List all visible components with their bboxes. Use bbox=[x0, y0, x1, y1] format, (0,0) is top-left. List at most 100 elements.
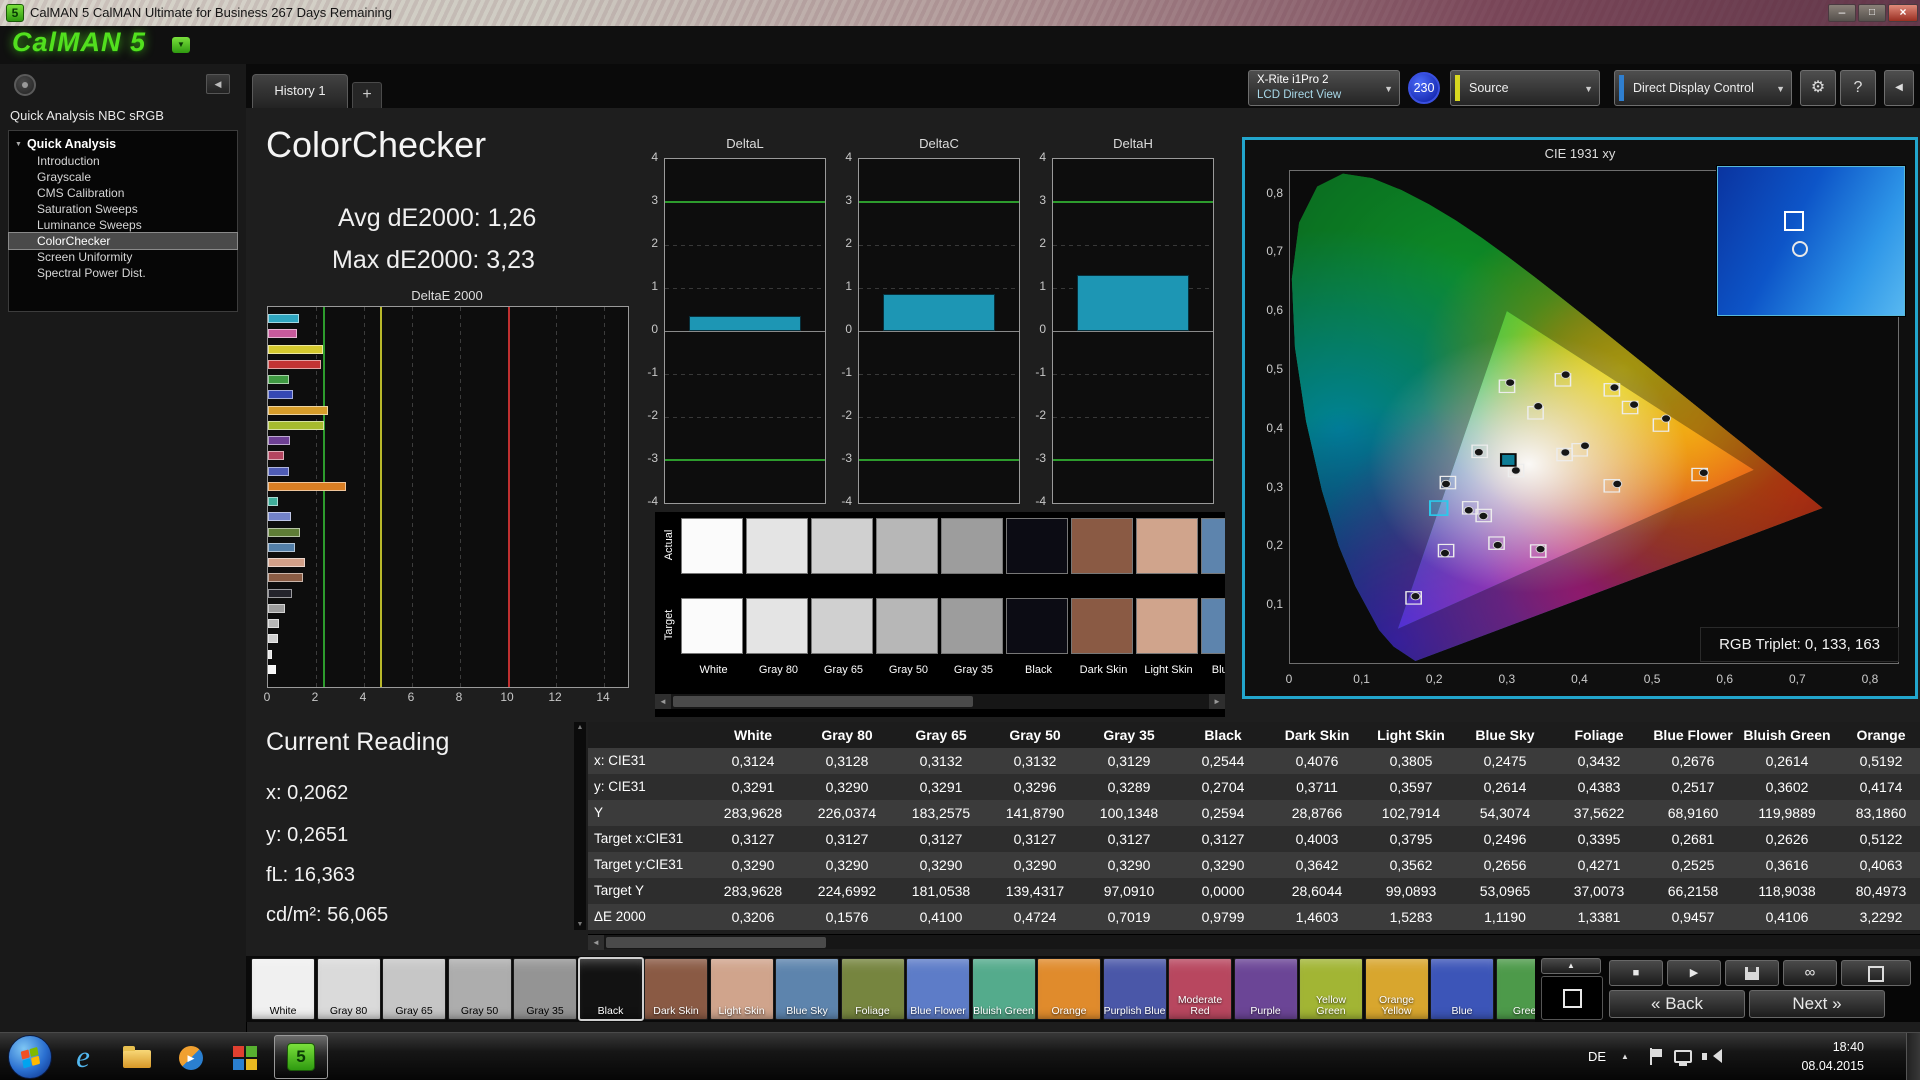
table-cell: 0,3291 bbox=[731, 779, 775, 795]
save-button[interactable] bbox=[1725, 960, 1779, 986]
patch-button-gray-80[interactable]: Gray 80 bbox=[316, 958, 381, 1020]
show-desktop-button[interactable] bbox=[1906, 1033, 1920, 1080]
settings-button[interactable]: ⚙ bbox=[1800, 70, 1836, 106]
chevron-up-icon: ▲ bbox=[1567, 961, 1575, 970]
patch-button-bluish-green[interactable]: Bluish Green bbox=[971, 958, 1036, 1020]
patch-button-label: Gray 50 bbox=[460, 1005, 499, 1017]
swatch-scrollbar[interactable]: ◄ ► bbox=[655, 694, 1225, 709]
table-horizontal-scrollbar[interactable]: ◄ bbox=[588, 934, 1920, 950]
scroll-left-button[interactable]: ◄ bbox=[588, 935, 604, 950]
pattern-window-button[interactable] bbox=[1541, 976, 1603, 1020]
table-cell: 0,3127 bbox=[1013, 831, 1057, 847]
patch-button-foliage[interactable]: Foliage bbox=[840, 958, 905, 1020]
sidebar-item-introduction[interactable]: Introduction bbox=[9, 153, 237, 169]
patch-button-orange-yellow[interactable]: Orange Yellow bbox=[1364, 958, 1429, 1020]
start-button[interactable] bbox=[8, 1035, 52, 1079]
patch-button-black[interactable]: Black bbox=[577, 957, 644, 1021]
axis-tick-label: 10 bbox=[500, 690, 514, 704]
display-control-dropdown[interactable]: Direct Display Control ▼ bbox=[1614, 70, 1792, 106]
action-center-flag-icon[interactable] bbox=[1648, 1048, 1664, 1066]
table-cell: 1,3381 bbox=[1577, 909, 1621, 925]
patch-button-gray-65[interactable]: Gray 65 bbox=[382, 958, 446, 1020]
tab-add-button[interactable]: + bbox=[352, 82, 382, 108]
scroll-down-icon[interactable]: ▼ bbox=[574, 921, 586, 928]
windows-explorer-icon[interactable] bbox=[112, 1039, 162, 1077]
language-indicator[interactable]: DE bbox=[1588, 1033, 1606, 1080]
help-icon: ? bbox=[1853, 79, 1863, 96]
table-vertical-scrollbar[interactable]: ▲ ▼ bbox=[574, 722, 586, 930]
deltae-bar-yellow-green bbox=[268, 420, 325, 430]
continuous-measure-button[interactable]: ∞ bbox=[1783, 960, 1837, 986]
deltae-bar-foliage bbox=[268, 527, 301, 537]
scroll-right-button[interactable]: ► bbox=[1209, 694, 1225, 709]
image-app-icon[interactable] bbox=[220, 1039, 270, 1077]
meter-count-badge[interactable]: 230 bbox=[1408, 72, 1440, 104]
app-icon-glyph: 5 bbox=[11, 6, 19, 20]
patch-button-label: Bluish Green bbox=[973, 1005, 1034, 1017]
test-pattern-button[interactable] bbox=[1841, 960, 1911, 986]
media-player-icon[interactable]: ▶ bbox=[166, 1039, 216, 1077]
patch-button-gray-50[interactable]: Gray 50 bbox=[447, 958, 512, 1020]
close-button[interactable]: × bbox=[1888, 4, 1918, 22]
deltae-bar-gray-65 bbox=[268, 634, 278, 644]
taskbar-clock[interactable]: 18:40 08.04.2015 bbox=[1756, 1038, 1864, 1076]
table-cell: 0,3711 bbox=[1296, 779, 1338, 795]
sidebar-collapse-button[interactable]: ◀ bbox=[206, 74, 230, 94]
toolbar-collapse-button[interactable]: ◀ bbox=[1884, 70, 1914, 106]
sidebar-item-cms-calibration[interactable]: CMS Calibration bbox=[9, 185, 237, 201]
help-button[interactable]: ? bbox=[1840, 70, 1876, 106]
patch-button-orange[interactable]: Orange bbox=[1037, 958, 1101, 1020]
tree-root-quick-analysis[interactable]: ▼ Quick Analysis bbox=[9, 135, 237, 153]
tray-expand-button[interactable]: ▲ bbox=[1618, 1050, 1632, 1064]
patch-button-blue-sky[interactable]: Blue Sky bbox=[775, 958, 839, 1020]
scroll-up-icon[interactable]: ▲ bbox=[574, 724, 586, 731]
collapse-panel-button[interactable]: ▲ bbox=[1541, 958, 1601, 974]
patch-button-purplish-blue[interactable]: Purplish Blue bbox=[1102, 958, 1167, 1020]
back-button[interactable]: « Back bbox=[1609, 990, 1745, 1018]
patch-button-blue-flower[interactable]: Blue Flower bbox=[906, 958, 970, 1020]
table-cell: 66,2158 bbox=[1667, 883, 1719, 899]
reference-line bbox=[379, 307, 382, 687]
deltae-bar-blue-sky bbox=[268, 542, 295, 552]
limit-line bbox=[665, 459, 825, 461]
actual-row-label: Actual bbox=[663, 529, 675, 561]
cie-1931-panel[interactable]: CIE 1931 xy RGB Triplet: 0, 133, 163 0 0… bbox=[1242, 137, 1918, 699]
swatch-dark-skin bbox=[1071, 598, 1133, 654]
patch-button-dark-skin[interactable]: Dark Skin bbox=[644, 958, 708, 1020]
volume-tray-icon[interactable] bbox=[1702, 1049, 1722, 1064]
sidebar-item-colorchecker[interactable]: ColorChecker bbox=[8, 232, 238, 250]
sidebar-item-spectral-power-dist-[interactable]: Spectral Power Dist. bbox=[9, 265, 237, 281]
next-button[interactable]: Next » bbox=[1749, 990, 1885, 1018]
scroll-left-button[interactable]: ◄ bbox=[655, 694, 671, 709]
maximize-button[interactable]: □ bbox=[1858, 4, 1886, 22]
calman-taskbar-button[interactable]: 5 bbox=[274, 1035, 328, 1079]
patch-button-yellow-green[interactable]: Yellow Green bbox=[1299, 958, 1363, 1020]
internet-explorer-icon[interactable]: e bbox=[58, 1039, 108, 1077]
patch-button-gray-35[interactable]: Gray 35 bbox=[513, 958, 577, 1020]
stop-button[interactable]: ■ bbox=[1609, 960, 1663, 986]
sidebar-item-screen-uniformity[interactable]: Screen Uniformity bbox=[9, 249, 237, 265]
table-row-target-y-cie31: Target y:CIE31 0,3290 0,3290 0,3290 0,3290 0,… bbox=[588, 852, 1920, 878]
meter-dropdown[interactable]: X-Rite i1Pro 2 LCD Direct View ▼ bbox=[1248, 70, 1400, 106]
deltah-chart-title: DeltaH bbox=[1113, 136, 1153, 151]
table-cell: 1,5283 bbox=[1389, 909, 1433, 925]
sidebar-item-luminance-sweeps[interactable]: Luminance Sweeps bbox=[9, 217, 237, 233]
sidebar-item-saturation-sweeps[interactable]: Saturation Sweeps bbox=[9, 201, 237, 217]
sidebar-item-grayscale[interactable]: Grayscale bbox=[9, 169, 237, 185]
swatch-gray-50 bbox=[876, 518, 938, 574]
tab-history-1[interactable]: History 1 bbox=[252, 74, 348, 108]
scrollbar-thumb[interactable] bbox=[606, 937, 826, 948]
patch-button-light-skin[interactable]: Light Skin bbox=[709, 958, 774, 1020]
patch-button-blue[interactable]: Blue bbox=[1430, 958, 1494, 1020]
source-dropdown[interactable]: Source ▼ bbox=[1450, 70, 1600, 106]
play-button[interactable]: ▶ bbox=[1667, 960, 1721, 986]
patch-button-label: Blue bbox=[1451, 1005, 1473, 1017]
minimize-button[interactable]: – bbox=[1828, 4, 1856, 22]
patch-button-white[interactable]: White bbox=[251, 958, 315, 1020]
workflow-target-button[interactable] bbox=[14, 74, 36, 96]
patch-button-purple[interactable]: Purple bbox=[1233, 958, 1298, 1020]
scrollbar-thumb[interactable] bbox=[673, 696, 973, 707]
display-tray-icon[interactable] bbox=[1674, 1050, 1692, 1066]
patch-button-moderate-red[interactable]: Moderate Red bbox=[1168, 958, 1232, 1020]
logo-dropdown-button[interactable]: ▼ bbox=[172, 37, 190, 53]
